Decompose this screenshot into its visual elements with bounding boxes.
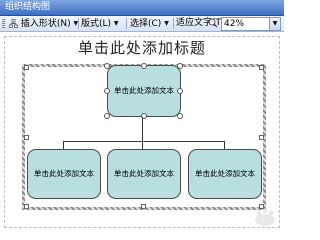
selection-handle[interactable] [104,113,110,119]
frame-handle[interactable] [141,204,146,209]
insert-shape-icon [9,19,18,28]
insert-shape-label: 插入形状(N) [20,19,71,29]
zoom-select[interactable]: 42% ▼ [221,17,281,31]
selection-handle[interactable] [177,113,183,119]
slide-canvas[interactable]: 单击此处添加标题 单击此处添加文本 单击此处添加文本 单击此处添加文本 单击此处… [0,32,284,230]
connector-line [63,141,225,142]
window-title: 组织结构图 [5,2,51,12]
org-top-box-text: 单击此处添加文本 [114,86,174,95]
connector-line [142,141,143,149]
selection-handle[interactable] [104,88,110,94]
layout-button[interactable]: 版式(L) ▼ [81,16,119,31]
frame-handle[interactable] [259,135,264,140]
selection-handle[interactable] [177,63,183,69]
org-child-box-1[interactable]: 单击此处添加文本 [27,149,101,199]
selection-handle[interactable] [104,63,110,69]
selection-handle[interactable] [177,88,183,94]
chevron-down-icon: ▼ [113,20,119,27]
selection-handle[interactable] [141,63,147,69]
org-child-box-text: 单击此处添加文本 [34,169,94,178]
frame-handle[interactable] [24,65,29,70]
org-child-box-2[interactable]: 单击此处添加文本 [107,149,181,199]
org-child-box-text: 单击此处添加文本 [114,169,174,178]
connector-line [63,141,64,149]
frame-handle[interactable] [259,65,264,70]
toolbar-grip[interactable] [2,19,5,28]
insert-shape-button[interactable]: 插入形状(N) ▼ [9,16,78,31]
toolbar-separator [78,18,79,29]
watermark-logo-icon [255,208,275,226]
connector-line [224,141,225,149]
select-button[interactable]: 选择(C) ▼ [130,16,169,31]
org-chart-toolbar: 插入形状(N) ▼ 版式(L) ▼ 选择(C) ▼ 适应文字(T) 42% ▼ [0,16,284,32]
frame-handle[interactable] [24,135,29,140]
zoom-value: 42% [224,19,245,29]
select-label: 选择(C) [130,19,162,29]
frame-handle[interactable] [24,204,29,209]
chevron-down-icon[interactable]: ▼ [269,18,280,30]
org-child-box-text: 单击此处添加文本 [195,169,255,178]
slide-title-placeholder[interactable]: 单击此处添加标题 [0,39,284,57]
layout-label: 版式(L) [81,19,112,29]
connector-line [142,117,143,141]
zoom-button[interactable] [208,16,219,31]
org-top-box[interactable]: 单击此处添加文本 [107,65,181,117]
window-titlebar[interactable]: 组织结构图 [0,0,284,16]
toolbar-separator [173,18,174,29]
toolbar-separator [126,18,127,29]
zoom-icon [208,18,218,27]
chevron-down-icon: ▼ [164,20,169,27]
org-child-box-3[interactable]: 单击此处添加文本 [188,149,262,199]
